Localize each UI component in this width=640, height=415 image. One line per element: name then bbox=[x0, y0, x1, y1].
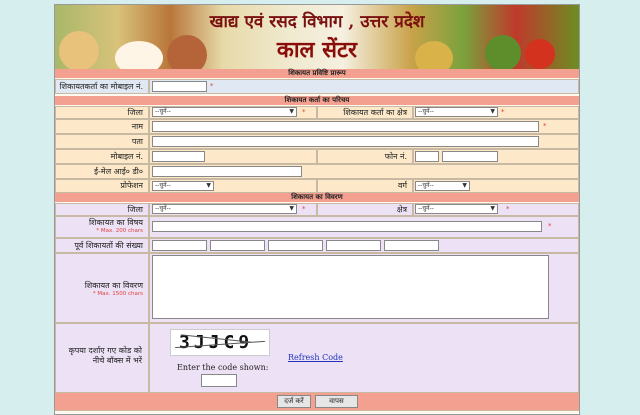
mobile-input[interactable] bbox=[152, 81, 207, 92]
desc-label-cell: शिकायत का विवरण * Max. 1500 chars bbox=[55, 253, 149, 323]
mobile2-input[interactable] bbox=[152, 151, 205, 162]
desc-label: शिकायत का विवरण bbox=[84, 281, 143, 290]
call-center-title: काल सेंटर bbox=[276, 37, 358, 63]
required-mark: * bbox=[302, 108, 306, 116]
prev-complaint-input-5[interactable] bbox=[384, 240, 439, 251]
department-title: खाद्य एवं रसद विभाग , उत्तर प्रदेश bbox=[209, 12, 425, 32]
desc-textarea[interactable] bbox=[152, 255, 549, 319]
required-mark: * bbox=[548, 222, 552, 230]
required-mark: * bbox=[543, 122, 547, 130]
captcha-label-cell: कृपया दर्शाए गए कोड को नीचे बॉक्स में भर… bbox=[55, 323, 149, 393]
required-mark: * bbox=[302, 205, 306, 213]
area2-label: क्षेत्र bbox=[317, 203, 413, 216]
address-label: पता bbox=[55, 134, 149, 149]
page-frame: खाद्य एवं रसद विभाग , उत्तर प्रदेश काल स… bbox=[54, 4, 580, 415]
prev-complaints-label: पूर्व शिकायतों की संख्या bbox=[55, 238, 149, 253]
enter-code-label: Enter the code shown: bbox=[177, 363, 269, 372]
subject-label-cell: शिकायत का विषय * Max. 200 chars bbox=[55, 216, 149, 238]
address-input[interactable] bbox=[152, 136, 539, 147]
refresh-code-link[interactable]: Refresh Code bbox=[288, 353, 343, 362]
area2-select[interactable]: --चुनें-- ▼ bbox=[415, 204, 498, 214]
profession-select[interactable]: --चुनें-- ▼ bbox=[152, 181, 214, 191]
section-complainant-header: शिकायत कर्ता का परिचय bbox=[55, 96, 579, 105]
phone-number-input[interactable] bbox=[442, 151, 498, 162]
back-button[interactable]: वापस bbox=[315, 395, 358, 408]
class-label: वर्ग bbox=[317, 179, 413, 193]
phone-label: फोन नं. bbox=[317, 149, 413, 164]
subject-label: शिकायत का विषय bbox=[88, 218, 143, 227]
name-input[interactable] bbox=[152, 121, 539, 132]
mobile-label: शिकायतकर्ता का मोबाइल नं. bbox=[55, 79, 149, 94]
prev-complaint-input-1[interactable] bbox=[152, 240, 207, 251]
captcha-image: 3JJC9 bbox=[170, 329, 270, 356]
required-mark: * bbox=[506, 205, 510, 213]
required-mark: * bbox=[501, 108, 505, 116]
class-select[interactable]: --चुनें-- ▼ bbox=[415, 181, 470, 191]
subject-hint: * Max. 200 chars bbox=[96, 228, 143, 234]
email-input[interactable] bbox=[152, 166, 302, 177]
district-label: जिला bbox=[55, 106, 149, 119]
profession-label: प्रोफेशन bbox=[55, 179, 149, 193]
captcha-input[interactable] bbox=[201, 374, 237, 387]
phone-std-input[interactable] bbox=[415, 151, 439, 162]
desc-hint: * Max. 1500 chars bbox=[92, 291, 143, 297]
area-select[interactable]: --चुनें-- ▼ bbox=[415, 107, 498, 117]
section-entry-header: शिकायत प्रविष्टि प्रारूप bbox=[55, 69, 579, 78]
district2-select[interactable]: --चुनें-- ▼ bbox=[152, 204, 297, 214]
area-label: शिकायत कर्ता का क्षेत्र bbox=[317, 106, 413, 119]
prev-complaint-input-2[interactable] bbox=[210, 240, 265, 251]
section-details-header: शिकायत का विवरण bbox=[55, 193, 579, 202]
district2-label: जिला bbox=[55, 203, 149, 216]
footer-strip bbox=[55, 410, 579, 414]
district-select[interactable]: --चुनें-- ▼ bbox=[152, 107, 297, 117]
required-mark: * bbox=[210, 82, 214, 90]
mobile2-label: मोबाइल नं. bbox=[55, 149, 149, 164]
header-banner: खाद्य एवं रसद विभाग , उत्तर प्रदेश काल स… bbox=[55, 5, 579, 69]
email-label: ई-मेल आई० डी० bbox=[55, 164, 149, 179]
name-label: नाम bbox=[55, 119, 149, 134]
prev-complaint-input-4[interactable] bbox=[326, 240, 381, 251]
subject-input[interactable] bbox=[152, 221, 542, 232]
prev-complaint-input-3[interactable] bbox=[268, 240, 323, 251]
submit-button[interactable]: दर्ज करें bbox=[277, 395, 311, 408]
captcha-label: कृपया दर्शाए गए कोड को नीचे बॉक्स में भर… bbox=[68, 346, 142, 365]
